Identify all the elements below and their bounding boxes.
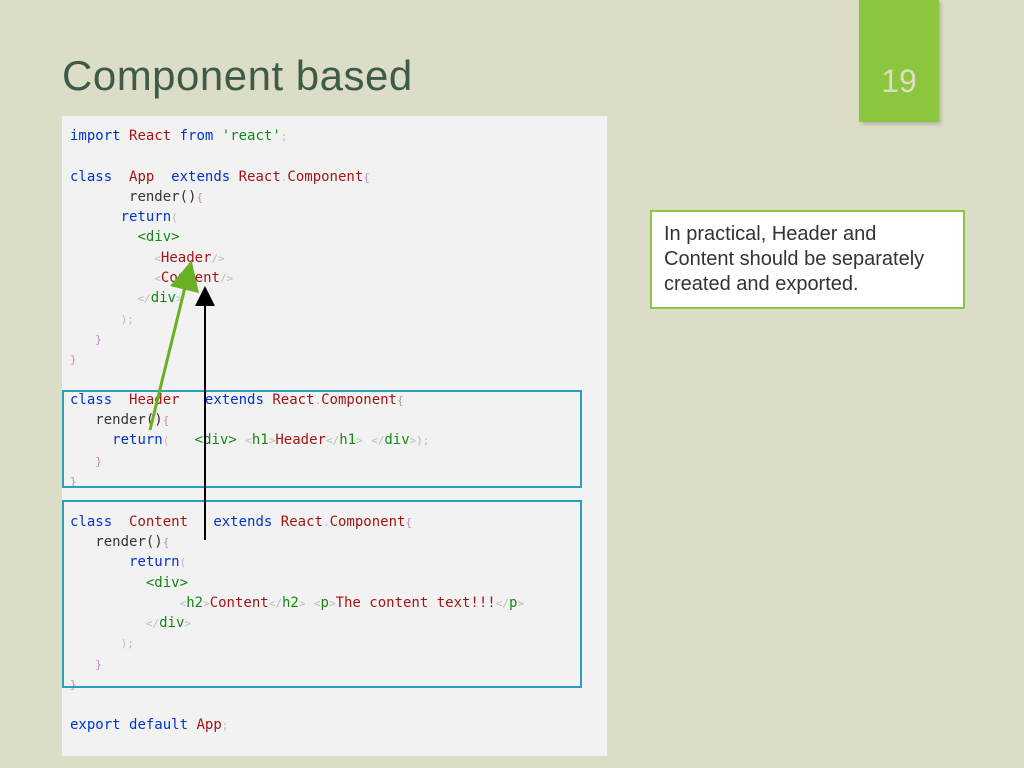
- annotation-note: In practical, Header and Content should …: [650, 210, 965, 309]
- code-text: import React from 'react'; class App ext…: [70, 126, 599, 735]
- code-block: import React from 'react'; class App ext…: [62, 116, 607, 756]
- slide-title: Component based: [62, 52, 413, 100]
- page-number-badge: 19: [859, 0, 939, 122]
